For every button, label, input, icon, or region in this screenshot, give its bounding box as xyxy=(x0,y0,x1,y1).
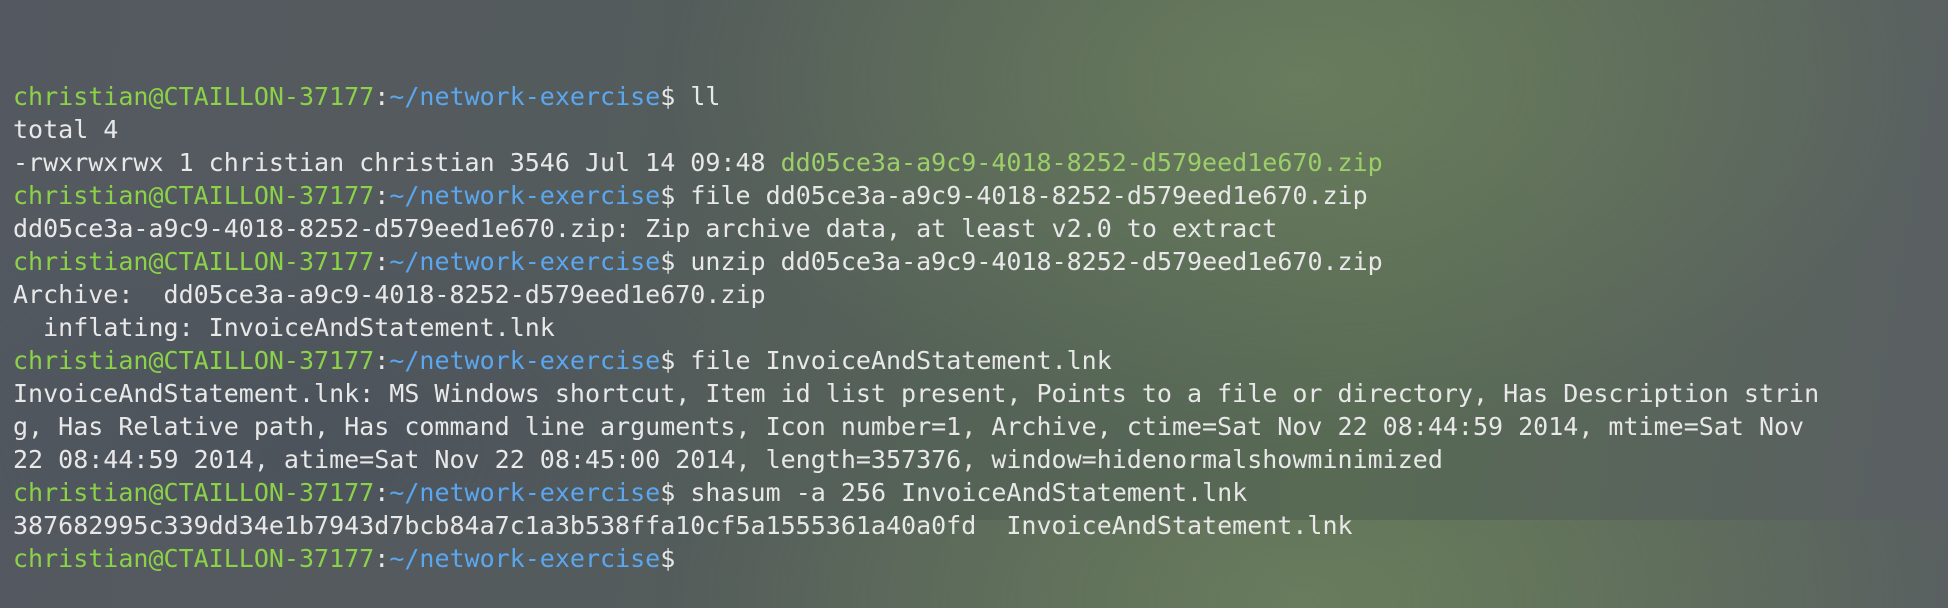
output-text: dd05ce3a-a9c9-4018-8252-d579eed1e670.zip… xyxy=(13,214,1278,243)
command-text: ll xyxy=(675,82,721,111)
prompt-line: christian@CTAILLON-37177:~/network-exerc… xyxy=(13,476,1935,509)
prompt-separator: : xyxy=(374,544,390,573)
output-text: InvoiceAndStatement.lnk: MS Windows shor… xyxy=(13,379,1820,408)
zip-filename: dd05ce3a-a9c9-4018-8252-d579eed1e670.zip xyxy=(780,148,1383,177)
output-line: 387682995c339dd34e1b7943d7bcb84a7c1a3b53… xyxy=(13,509,1935,542)
command-text: shasum -a 256 InvoiceAndStatement.lnk xyxy=(675,478,1248,507)
prompt-symbol: $ xyxy=(660,346,676,375)
prompt-line: christian@CTAILLON-37177:~/network-exerc… xyxy=(13,179,1935,212)
terminal-output: christian@CTAILLON-37177:~/network-exerc… xyxy=(13,80,1935,575)
output-line: Archive: dd05ce3a-a9c9-4018-8252-d579eed… xyxy=(13,278,1935,311)
prompt-line: christian@CTAILLON-37177:~/network-exerc… xyxy=(13,344,1935,377)
prompt-symbol: $ xyxy=(660,247,676,276)
terminal-window[interactable]: christian@CTAILLON-37177:~/network-exerc… xyxy=(0,0,1948,573)
output-text: inflating: InvoiceAndStatement.lnk xyxy=(13,313,555,342)
prompt-user-host: christian@CTAILLON-37177 xyxy=(13,82,375,111)
prompt-user-host: christian@CTAILLON-37177 xyxy=(13,544,375,573)
output-line: 22 08:44:59 2014, atime=Sat Nov 22 08:45… xyxy=(13,443,1935,476)
ls-output-line: -rwxrwxrwx 1 christian christian 3546 Ju… xyxy=(13,146,1935,179)
prompt-user-host: christian@CTAILLON-37177 xyxy=(13,478,375,507)
file-metadata: -rwxrwxrwx 1 christian christian 3546 Ju… xyxy=(13,148,781,177)
output-line: total 4 xyxy=(13,113,1935,146)
prompt-user-host: christian@CTAILLON-37177 xyxy=(13,247,375,276)
prompt-path: ~/network-exercise xyxy=(389,82,661,111)
prompt-line: christian@CTAILLON-37177:~/network-exerc… xyxy=(13,80,1935,113)
prompt-user-host: christian@CTAILLON-37177 xyxy=(13,346,375,375)
prompt-path: ~/network-exercise xyxy=(389,346,661,375)
command-text: unzip dd05ce3a-a9c9-4018-8252-d579eed1e6… xyxy=(675,247,1383,276)
output-text: total 4 xyxy=(13,115,119,144)
output-line: dd05ce3a-a9c9-4018-8252-d579eed1e670.zip… xyxy=(13,212,1935,245)
prompt-line: christian@CTAILLON-37177:~/network-exerc… xyxy=(13,542,1935,575)
prompt-separator: : xyxy=(374,478,390,507)
output-line: InvoiceAndStatement.lnk: MS Windows shor… xyxy=(13,377,1935,410)
output-line: inflating: InvoiceAndStatement.lnk xyxy=(13,311,1935,344)
prompt-path: ~/network-exercise xyxy=(389,478,661,507)
prompt-user-host: christian@CTAILLON-37177 xyxy=(13,181,375,210)
prompt-line: christian@CTAILLON-37177:~/network-exerc… xyxy=(13,245,1935,278)
prompt-symbol: $ xyxy=(660,181,676,210)
output-line: g, Has Relative path, Has command line a… xyxy=(13,410,1935,443)
prompt-path: ~/network-exercise xyxy=(389,544,661,573)
prompt-symbol: $ xyxy=(660,478,676,507)
output-text: Archive: dd05ce3a-a9c9-4018-8252-d579eed… xyxy=(13,280,766,309)
output-text: g, Has Relative path, Has command line a… xyxy=(13,412,1805,441)
prompt-separator: : xyxy=(374,247,390,276)
command-text: file InvoiceAndStatement.lnk xyxy=(675,346,1112,375)
output-text: 387682995c339dd34e1b7943d7bcb84a7c1a3b53… xyxy=(13,511,1353,540)
prompt-symbol: $ xyxy=(660,82,676,111)
prompt-separator: : xyxy=(374,346,390,375)
prompt-symbol: $ xyxy=(660,544,676,573)
prompt-separator: : xyxy=(374,181,390,210)
command-text: file dd05ce3a-a9c9-4018-8252-d579eed1e67… xyxy=(675,181,1368,210)
output-text: 22 08:44:59 2014, atime=Sat Nov 22 08:45… xyxy=(13,445,1443,474)
prompt-path: ~/network-exercise xyxy=(389,181,661,210)
prompt-path: ~/network-exercise xyxy=(389,247,661,276)
prompt-separator: : xyxy=(374,82,390,111)
